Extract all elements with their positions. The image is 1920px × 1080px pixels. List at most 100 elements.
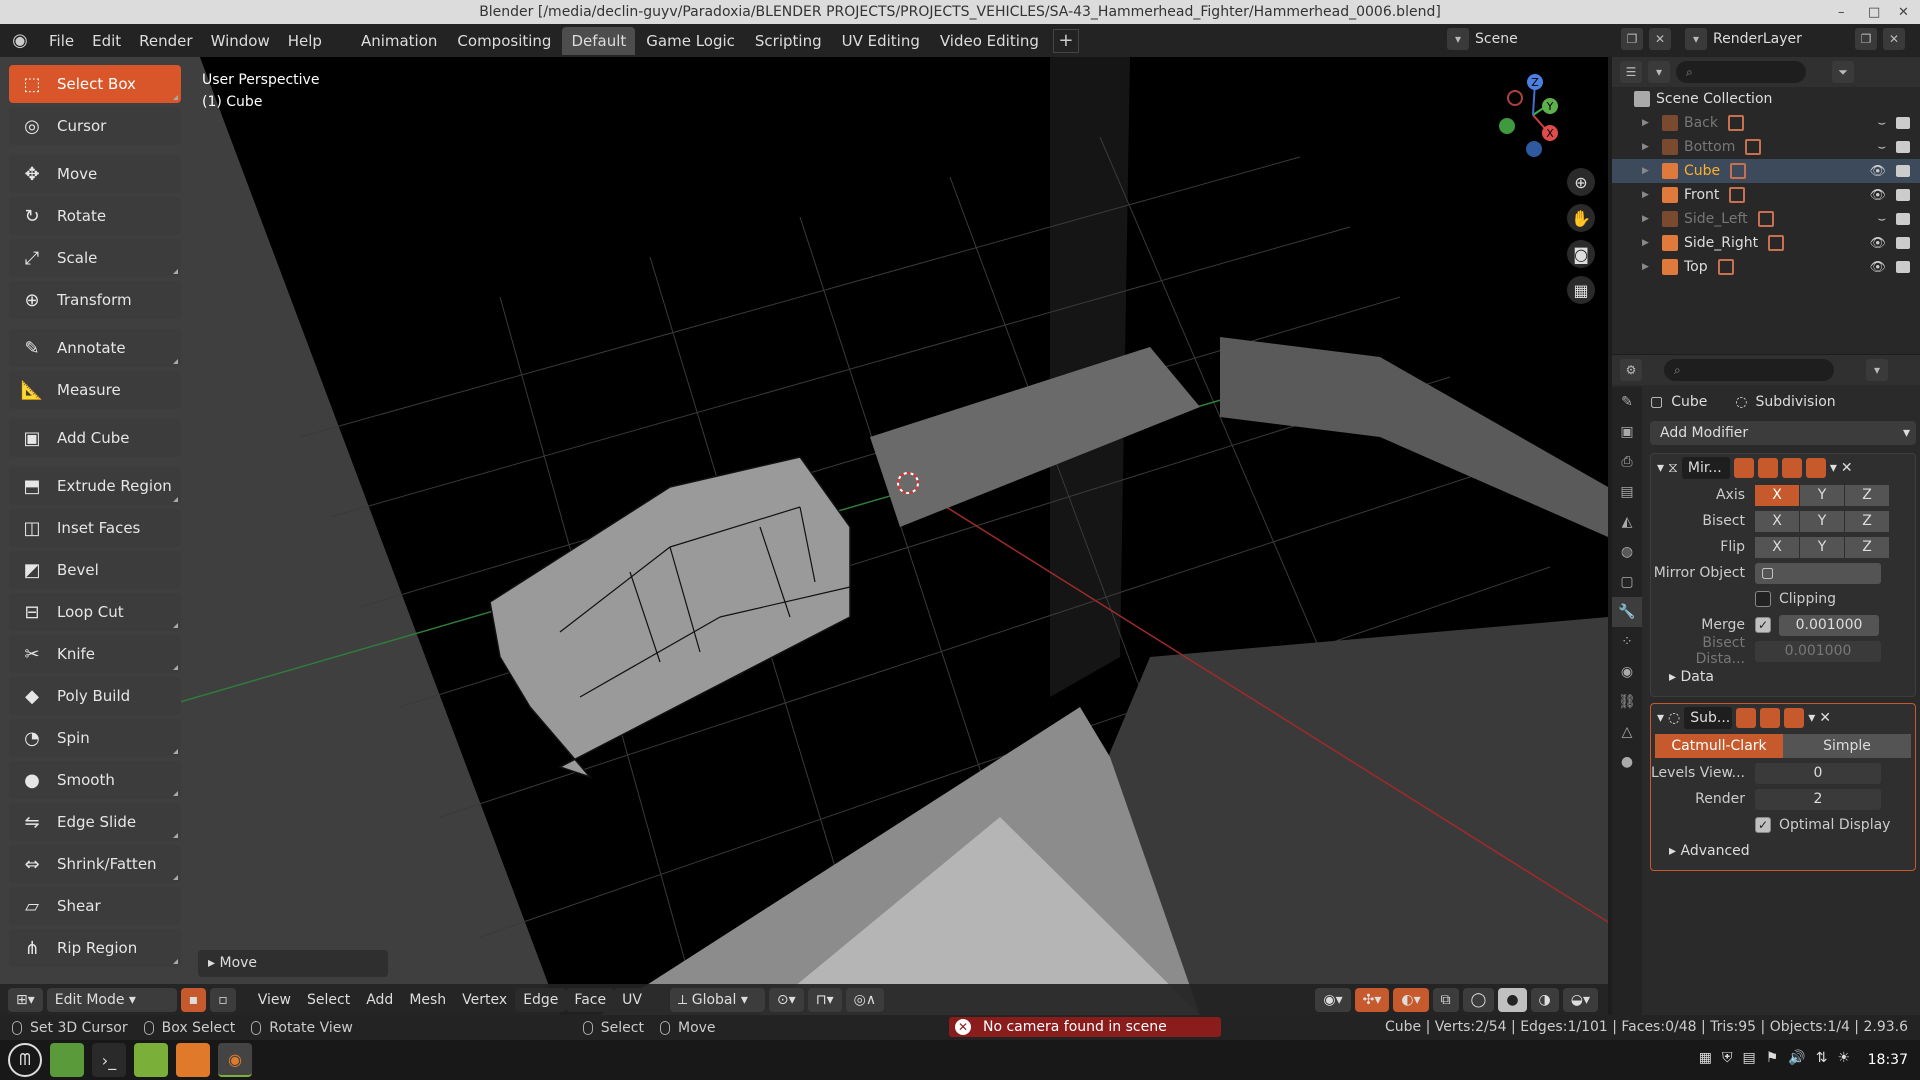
- tool-loop-cut[interactable]: ⊟ Loop Cut: [9, 593, 181, 631]
- tool-add-cube[interactable]: ▣ Add Cube: [9, 419, 181, 457]
- viewport-menu-edge[interactable]: Edge: [515, 988, 567, 1012]
- render-layer-icon[interactable]: ▾: [1685, 28, 1707, 50]
- tool-extrude-region[interactable]: ⬒ Extrude Region: [9, 467, 181, 505]
- tool-poly-build[interactable]: ◆ Poly Build: [9, 677, 181, 715]
- advanced-subpanel[interactable]: ▸ Advanced: [1651, 838, 1915, 864]
- merge-checkbox[interactable]: ✓: [1755, 617, 1771, 633]
- tab-scene-icon[interactable]: ◭: [1612, 507, 1642, 537]
- overlay-toggle-icon[interactable]: ◐▾: [1393, 988, 1429, 1012]
- tool-edge-slide[interactable]: ⇋ Edge Slide: [9, 803, 181, 841]
- gizmo-toggle-icon[interactable]: ✣▾: [1354, 988, 1390, 1012]
- tab-object-icon[interactable]: ▢: [1612, 567, 1642, 597]
- render-layer-selector[interactable]: ▾ RenderLayer ❐ ✕: [1685, 27, 1915, 51]
- axis-z-toggle[interactable]: Z: [1845, 484, 1889, 506]
- collapse-icon[interactable]: ▾: [1657, 460, 1664, 476]
- bisect-x-toggle[interactable]: X: [1755, 510, 1799, 532]
- tab-particles-icon[interactable]: ⁘: [1612, 627, 1642, 657]
- menu-render[interactable]: Render: [130, 32, 201, 50]
- tool-rip-region[interactable]: ⋔ Rip Region: [9, 929, 181, 967]
- xray-icon[interactable]: ⧉: [1432, 988, 1459, 1012]
- maximize-button[interactable]: □: [1868, 0, 1880, 25]
- editor-type-icon[interactable]: ⊞▾: [8, 988, 43, 1012]
- shading-material-icon[interactable]: ◑: [1530, 988, 1559, 1012]
- clipboard-icon[interactable]: ▤: [1742, 1050, 1755, 1066]
- pan-hand-icon[interactable]: ✋: [1567, 204, 1595, 232]
- axis-x-toggle[interactable]: X: [1755, 484, 1799, 506]
- tool-cursor[interactable]: ◎ Cursor: [9, 107, 181, 145]
- render-camera-icon[interactable]: [1896, 261, 1910, 273]
- proportional-icon[interactable]: ◎∧: [845, 988, 885, 1012]
- tab-constraints-icon[interactable]: ⛓: [1612, 687, 1642, 717]
- tool-shrink-fatten[interactable]: ⇔ Shrink/Fatten: [9, 845, 181, 883]
- expand-arrow-icon[interactable]: ▶: [1642, 214, 1656, 224]
- eye-icon[interactable]: 👁: [1869, 236, 1886, 251]
- render-levels-field[interactable]: 2: [1755, 788, 1881, 810]
- eye-icon[interactable]: 👁: [1869, 188, 1886, 203]
- viewport-toggle[interactable]: [1781, 458, 1802, 478]
- zoom-icon[interactable]: ⊕: [1567, 168, 1595, 196]
- tab-video-editing[interactable]: Video Editing: [931, 27, 1048, 55]
- tool-select-box[interactable]: ⬚ Select Box: [9, 65, 181, 103]
- flip-x-toggle[interactable]: X: [1755, 536, 1799, 558]
- render-camera-icon[interactable]: [1896, 189, 1910, 201]
- snap-icon[interactable]: ⊓▾: [807, 988, 842, 1012]
- file-manager-icon[interactable]: [134, 1043, 168, 1077]
- scene-remove-icon[interactable]: ✕: [1649, 28, 1671, 50]
- perspective-grid-icon[interactable]: ▦: [1567, 276, 1595, 304]
- viewport-menu-view[interactable]: View: [250, 988, 299, 1012]
- tool-inset-faces[interactable]: ◫ Inset Faces: [9, 509, 181, 547]
- tab-default[interactable]: Default: [562, 26, 636, 55]
- tab-scripting[interactable]: Scripting: [746, 27, 831, 55]
- menu-help[interactable]: Help: [279, 32, 331, 50]
- eye-icon[interactable]: 👁: [1869, 164, 1886, 179]
- hidden-eye-icon[interactable]: ⌣: [1877, 116, 1886, 131]
- mirror-object-field[interactable]: ▢: [1755, 562, 1881, 584]
- viewport-menu-select[interactable]: Select: [299, 988, 358, 1012]
- orientation-dropdown[interactable]: ⟂ Global ▾: [669, 988, 765, 1012]
- tab-data-icon[interactable]: △: [1612, 717, 1642, 747]
- blender-logo-icon[interactable]: ◉: [0, 30, 40, 51]
- 3d-viewport[interactable]: [0, 57, 1608, 1015]
- outliner-search-input[interactable]: ⌕: [1676, 61, 1806, 83]
- tool-spin[interactable]: ◔ Spin: [9, 719, 181, 757]
- expand-arrow-icon[interactable]: ▶: [1642, 262, 1656, 272]
- tab-physics-icon[interactable]: ◉: [1612, 657, 1642, 687]
- tool-rotate[interactable]: ↻ Rotate: [9, 197, 181, 235]
- mirror-name-field[interactable]: Mir...: [1681, 457, 1730, 479]
- render-camera-icon[interactable]: [1896, 237, 1910, 249]
- eye-icon[interactable]: 👁: [1869, 260, 1886, 275]
- bisect-y-toggle[interactable]: Y: [1800, 510, 1844, 532]
- viewport-scene[interactable]: [0, 57, 1608, 1015]
- tool-transform[interactable]: ⊕ Transform: [9, 281, 181, 319]
- mode-dropdown[interactable]: Edit Mode ▾: [46, 988, 177, 1012]
- viewport-toggle[interactable]: [1760, 708, 1781, 728]
- volume-icon[interactable]: 🔊: [1788, 1050, 1805, 1066]
- bisect-z-toggle[interactable]: Z: [1845, 510, 1889, 532]
- outliner-item-side-left[interactable]: ▶ Side_Left ⌣: [1612, 207, 1920, 231]
- app-tray-icon[interactable]: ▦: [1699, 1050, 1712, 1066]
- render-toggle[interactable]: [1784, 708, 1805, 728]
- pivot-icon[interactable]: ⊙▾: [768, 988, 804, 1012]
- tool-measure[interactable]: 📐 Measure: [9, 371, 181, 409]
- mirror-menu-icon[interactable]: ▾: [1830, 460, 1837, 476]
- optimal-display-checkbox[interactable]: ✓: [1755, 817, 1771, 833]
- tab-animation[interactable]: Animation: [352, 27, 446, 55]
- vertex-select-icon[interactable]: ▪: [180, 988, 207, 1012]
- subsurf-menu-icon[interactable]: ▾: [1808, 710, 1815, 726]
- outliner-editor-icon[interactable]: ☰: [1620, 61, 1642, 83]
- blender-task-icon[interactable]: ◉: [218, 1043, 252, 1077]
- merge-distance-field[interactable]: 0.001000: [1779, 614, 1879, 636]
- network-icon[interactable]: ⇅: [1816, 1050, 1828, 1066]
- expand-arrow-icon[interactable]: ▶: [1642, 142, 1656, 152]
- scene-icon[interactable]: ▾: [1447, 28, 1469, 50]
- render-layer-copy-icon[interactable]: ❐: [1855, 28, 1877, 50]
- filter-icon[interactable]: ⏷: [1832, 61, 1854, 83]
- tool-knife[interactable]: ✂ Knife: [9, 635, 181, 673]
- close-window-button[interactable]: ✕: [1898, 0, 1909, 25]
- scene-collection-row[interactable]: Scene Collection: [1612, 87, 1920, 111]
- brightness-icon[interactable]: ☀: [1837, 1050, 1850, 1066]
- menu-file[interactable]: File: [40, 32, 83, 50]
- outliner-item-side-right[interactable]: ▶ Side_Right 👁: [1612, 231, 1920, 255]
- add-workspace-button[interactable]: +: [1052, 28, 1079, 53]
- scene-name[interactable]: Scene: [1475, 31, 1615, 47]
